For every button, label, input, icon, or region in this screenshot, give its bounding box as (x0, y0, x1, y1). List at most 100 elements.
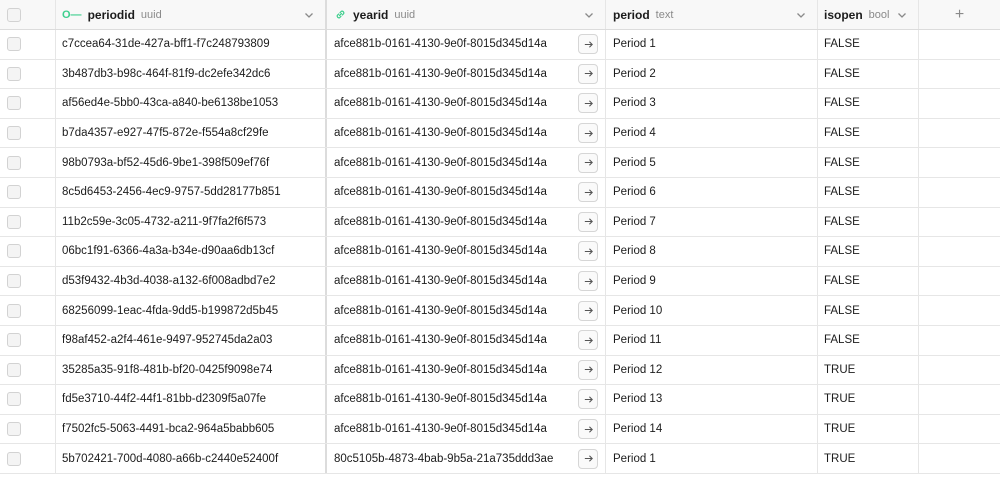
cell-period[interactable]: Period 1 (606, 30, 818, 59)
select-all-checkbox[interactable] (7, 7, 21, 22)
cell-yearid[interactable]: afce881b-0161-4130-9e0f-8015d345d14a (327, 148, 606, 177)
chevron-down-icon[interactable] (583, 9, 595, 21)
open-reference-button[interactable] (578, 63, 598, 84)
table-row[interactable]: f98af452-a2f4-461e-9497-952745da2a03 afce… (0, 325, 1000, 356)
cell-periodid[interactable]: d53f9432-4b3d-4038-a132-6f008adbd7e2 (56, 266, 327, 296)
row-select-cell[interactable] (0, 89, 56, 118)
column-header-yearid[interactable]: yearid uuid (327, 0, 606, 29)
row-checkbox[interactable] (7, 244, 21, 259)
cell-isopen[interactable]: FALSE (818, 148, 919, 177)
cell-periodid[interactable]: fd5e3710-44f2-44f1-81bb-d2309f5a07fe (56, 385, 327, 414)
row-checkbox[interactable] (7, 333, 21, 348)
cell-yearid[interactable]: afce881b-0161-4130-9e0f-8015d345d14a (327, 296, 606, 325)
row-select-cell[interactable] (0, 59, 56, 89)
cell-isopen[interactable]: FALSE (818, 118, 919, 148)
cell-yearid[interactable]: afce881b-0161-4130-9e0f-8015d345d14a (327, 207, 606, 237)
table-row[interactable]: d53f9432-4b3d-4038-a132-6f008adbd7e2 afce… (0, 266, 1000, 297)
cell-isopen[interactable]: FALSE (818, 266, 919, 296)
cell-period[interactable]: Period 6 (606, 177, 818, 207)
row-select-cell[interactable] (0, 414, 56, 444)
cell-isopen[interactable]: FALSE (818, 30, 919, 59)
row-select-cell[interactable] (0, 444, 56, 473)
column-header-isopen[interactable]: isopen bool (818, 0, 919, 29)
cell-isopen[interactable]: FALSE (818, 207, 919, 237)
column-header-periodid[interactable]: O― periodid uuid (56, 0, 327, 29)
row-checkbox[interactable] (7, 362, 21, 377)
cell-periodid[interactable]: f7502fc5-5063-4491-bca2-964a5babb605 (56, 414, 327, 444)
cell-isopen[interactable]: FALSE (818, 237, 919, 266)
open-reference-button[interactable] (578, 93, 598, 114)
row-checkbox[interactable] (7, 185, 21, 200)
cell-isopen[interactable]: TRUE (818, 444, 919, 473)
row-select-cell[interactable] (0, 177, 56, 207)
cell-yearid[interactable]: afce881b-0161-4130-9e0f-8015d345d14a (327, 177, 606, 207)
table-row[interactable]: 06bc1f91-6366-4a3a-b34e-d90aa6db13cf afce… (0, 237, 1000, 267)
select-all-cell[interactable] (0, 0, 56, 29)
cell-yearid[interactable]: afce881b-0161-4130-9e0f-8015d345d14a (327, 325, 606, 355)
row-select-cell[interactable] (0, 266, 56, 296)
cell-periodid[interactable]: c7ccea64-31de-427a-bff1-f7c248793809 (56, 30, 327, 59)
row-select-cell[interactable] (0, 237, 56, 266)
row-checkbox[interactable] (7, 274, 21, 289)
open-reference-button[interactable] (578, 211, 598, 232)
cell-period[interactable]: Period 2 (606, 59, 818, 89)
table-row[interactable]: b7da4357-e927-47f5-872e-f554a8cf29fe afce… (0, 118, 1000, 149)
row-checkbox[interactable] (7, 214, 21, 229)
cell-isopen[interactable]: FALSE (818, 177, 919, 207)
open-reference-button[interactable] (578, 419, 598, 440)
row-checkbox[interactable] (7, 126, 21, 141)
table-row[interactable]: 5b702421-700d-4080-a66b-c2440e52400f 80c5… (0, 444, 1000, 474)
row-checkbox[interactable] (7, 422, 21, 437)
cell-period[interactable]: Period 11 (606, 325, 818, 355)
open-reference-button[interactable] (578, 330, 598, 351)
cell-yearid[interactable]: afce881b-0161-4130-9e0f-8015d345d14a (327, 89, 606, 118)
row-checkbox[interactable] (7, 392, 21, 407)
table-row[interactable]: 3b487db3-b98c-464f-81f9-dc2efe342dc6 afce… (0, 59, 1000, 90)
cell-isopen[interactable]: TRUE (818, 355, 919, 385)
cell-period[interactable]: Period 12 (606, 355, 818, 385)
row-select-cell[interactable] (0, 296, 56, 325)
row-select-cell[interactable] (0, 30, 56, 59)
cell-period[interactable]: Period 5 (606, 148, 818, 177)
cell-isopen[interactable]: FALSE (818, 59, 919, 89)
cell-isopen[interactable]: FALSE (818, 325, 919, 355)
cell-period[interactable]: Period 4 (606, 118, 818, 148)
row-select-cell[interactable] (0, 355, 56, 385)
cell-period[interactable]: Period 10 (606, 296, 818, 325)
add-column-button[interactable]: + (919, 0, 1000, 29)
table-row[interactable]: 11b2c59e-3c05-4732-a211-9f7fa2f6f573 afce… (0, 207, 1000, 238)
open-reference-button[interactable] (578, 123, 598, 144)
row-checkbox[interactable] (7, 451, 21, 466)
cell-period[interactable]: Period 13 (606, 385, 818, 414)
cell-yearid[interactable]: afce881b-0161-4130-9e0f-8015d345d14a (327, 414, 606, 444)
cell-yearid[interactable]: afce881b-0161-4130-9e0f-8015d345d14a (327, 118, 606, 148)
chevron-down-icon[interactable] (795, 9, 807, 21)
cell-yearid[interactable]: afce881b-0161-4130-9e0f-8015d345d14a (327, 237, 606, 266)
cell-yearid[interactable]: afce881b-0161-4130-9e0f-8015d345d14a (327, 59, 606, 89)
open-reference-button[interactable] (578, 271, 598, 292)
cell-yearid[interactable]: afce881b-0161-4130-9e0f-8015d345d14a (327, 266, 606, 296)
open-reference-button[interactable] (578, 359, 598, 380)
open-reference-button[interactable] (578, 241, 598, 262)
cell-periodid[interactable]: 8c5d6453-2456-4ec9-9757-5dd28177b851 (56, 177, 327, 207)
row-checkbox[interactable] (7, 155, 21, 170)
table-row[interactable]: 68256099-1eac-4fda-9dd5-b199872d5b45 afce… (0, 296, 1000, 326)
row-select-cell[interactable] (0, 148, 56, 177)
cell-yearid[interactable]: afce881b-0161-4130-9e0f-8015d345d14a (327, 30, 606, 59)
cell-yearid[interactable]: afce881b-0161-4130-9e0f-8015d345d14a (327, 355, 606, 385)
row-select-cell[interactable] (0, 325, 56, 355)
chevron-down-icon[interactable] (303, 9, 315, 21)
cell-isopen[interactable]: TRUE (818, 414, 919, 444)
row-checkbox[interactable] (7, 66, 21, 81)
table-row[interactable]: fd5e3710-44f2-44f1-81bb-d2309f5a07fe afce… (0, 385, 1000, 415)
open-reference-button[interactable] (578, 34, 598, 55)
cell-periodid[interactable]: 11b2c59e-3c05-4732-a211-9f7fa2f6f573 (56, 207, 327, 237)
cell-period[interactable]: Period 9 (606, 266, 818, 296)
cell-periodid[interactable]: 35285a35-91f8-481b-bf20-0425f9098e74 (56, 355, 327, 385)
cell-isopen[interactable]: FALSE (818, 296, 919, 325)
cell-periodid[interactable]: b7da4357-e927-47f5-872e-f554a8cf29fe (56, 118, 327, 148)
cell-periodid[interactable]: f98af452-a2f4-461e-9497-952745da2a03 (56, 325, 327, 355)
open-reference-button[interactable] (578, 300, 598, 321)
row-select-cell[interactable] (0, 385, 56, 414)
table-row[interactable]: af56ed4e-5bb0-43ca-a840-be6138be1053 afce… (0, 89, 1000, 119)
